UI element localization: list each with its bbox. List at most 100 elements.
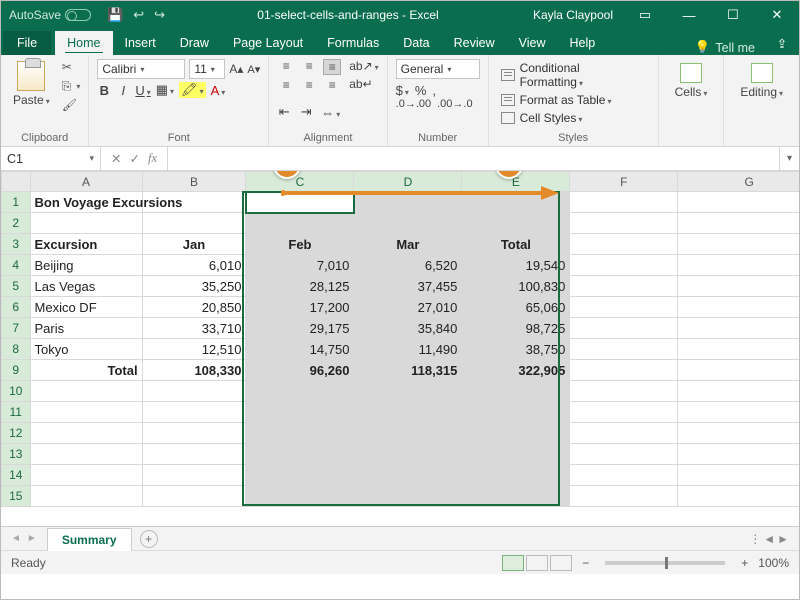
align-bottom-icon[interactable]: ≡ <box>323 59 341 75</box>
cell[interactable]: Total <box>462 234 570 255</box>
row-header[interactable]: 11 <box>2 402 31 423</box>
accounting-format-icon[interactable]: $ <box>396 83 409 98</box>
cell[interactable] <box>246 381 354 402</box>
cell[interactable]: Mexico DF <box>30 297 142 318</box>
cell[interactable] <box>354 486 462 507</box>
cell[interactable]: 17,200 <box>246 297 354 318</box>
percent-format-icon[interactable]: % <box>415 83 427 98</box>
formula-expand-icon[interactable]: ▾ <box>779 147 799 170</box>
hscroll-icon[interactable]: ⋮ <box>749 532 761 546</box>
tab-scroll-left-icon[interactable]: ◄ <box>11 533 21 544</box>
cell[interactable] <box>570 276 678 297</box>
cell[interactable]: Jan <box>142 234 246 255</box>
cell[interactable] <box>30 213 142 234</box>
enter-icon[interactable]: ✓ <box>129 151 139 166</box>
tab-help[interactable]: Help <box>558 31 608 55</box>
column-headers[interactable]: A B C D E F G <box>2 172 800 192</box>
align-middle-icon[interactable]: ≡ <box>300 59 318 75</box>
format-painter-icon[interactable]: 🖌 <box>62 97 81 113</box>
row-header[interactable]: 9 <box>2 360 31 381</box>
wrap-text-icon[interactable]: ab↵ <box>349 77 378 91</box>
cell[interactable] <box>462 402 570 423</box>
col-header-a[interactable]: A <box>30 172 142 192</box>
cell[interactable] <box>570 192 678 213</box>
cell[interactable] <box>30 486 142 507</box>
cell[interactable]: Paris <box>30 318 142 339</box>
cell[interactable]: 33,710 <box>142 318 246 339</box>
worksheet[interactable]: A B C D E F G 1Bon Voyage Excursions23Ex… <box>1 171 799 526</box>
editing-button[interactable]: Editing <box>732 59 791 103</box>
new-sheet-button[interactable]: + <box>140 530 158 548</box>
cell[interactable] <box>570 444 678 465</box>
cell[interactable] <box>678 402 799 423</box>
cell[interactable]: 11,490 <box>354 339 462 360</box>
cell[interactable] <box>678 318 799 339</box>
save-icon[interactable]: 💾 <box>107 7 123 23</box>
number-format-combo[interactable]: General▾ <box>396 59 480 79</box>
cell[interactable] <box>142 213 246 234</box>
comma-format-icon[interactable]: , <box>432 83 436 98</box>
cell[interactable] <box>678 276 799 297</box>
cell[interactable]: 108,330 <box>142 360 246 381</box>
cell[interactable] <box>678 234 799 255</box>
cell[interactable]: 98,725 <box>462 318 570 339</box>
cell[interactable] <box>246 486 354 507</box>
font-size-combo[interactable]: 11▾ <box>189 59 225 79</box>
user-name[interactable]: Kayla Claypool <box>523 8 623 22</box>
sheet-tab-summary[interactable]: Summary <box>47 528 132 551</box>
cell[interactable]: 65,060 <box>462 297 570 318</box>
cell[interactable] <box>570 213 678 234</box>
share-button[interactable]: ⇪ <box>765 32 799 55</box>
row-header[interactable]: 14 <box>2 465 31 486</box>
cell[interactable] <box>142 381 246 402</box>
cell[interactable]: 19,540 <box>462 255 570 276</box>
cell[interactable] <box>570 318 678 339</box>
cell[interactable] <box>354 192 462 213</box>
cell[interactable]: Mar <box>354 234 462 255</box>
cell[interactable] <box>678 465 799 486</box>
border-button[interactable]: ▦ <box>156 82 174 98</box>
cell[interactable]: 322,905 <box>462 360 570 381</box>
col-header-c[interactable]: C <box>246 172 354 192</box>
cell[interactable]: 7,010 <box>246 255 354 276</box>
zoom-level[interactable]: 100% <box>758 556 789 570</box>
cell[interactable]: 96,260 <box>246 360 354 381</box>
cell[interactable] <box>354 402 462 423</box>
cell[interactable]: 29,175 <box>246 318 354 339</box>
cell[interactable] <box>678 444 799 465</box>
row-header[interactable]: 3 <box>2 234 31 255</box>
cell-styles-button[interactable]: Cell Styles <box>501 111 646 125</box>
cell[interactable]: 12,510 <box>142 339 246 360</box>
cell[interactable]: 35,250 <box>142 276 246 297</box>
decrease-indent-icon[interactable]: ⇤ <box>277 104 291 120</box>
row-header[interactable]: 10 <box>2 381 31 402</box>
row-header[interactable]: 12 <box>2 423 31 444</box>
align-top-icon[interactable]: ≡ <box>277 59 295 75</box>
cell[interactable]: 35,840 <box>354 318 462 339</box>
row-header[interactable]: 15 <box>2 486 31 507</box>
cell[interactable] <box>354 213 462 234</box>
cell[interactable] <box>678 360 799 381</box>
cell[interactable] <box>570 402 678 423</box>
cell[interactable] <box>246 192 354 213</box>
view-layout-icon[interactable] <box>526 555 548 571</box>
cell[interactable] <box>30 423 142 444</box>
cell[interactable]: Excursion <box>30 234 142 255</box>
zoom-in-button[interactable]: + <box>741 556 748 570</box>
tab-scroll-right-icon[interactable]: ► <box>27 533 37 544</box>
cell[interactable]: Las Vegas <box>30 276 142 297</box>
formula-input[interactable] <box>168 147 779 170</box>
zoom-slider[interactable] <box>605 561 725 565</box>
italic-button[interactable]: I <box>116 83 130 98</box>
paste-button[interactable]: Paste <box>9 59 54 113</box>
cell[interactable] <box>354 444 462 465</box>
font-color-button[interactable]: A <box>211 83 226 98</box>
tab-view[interactable]: View <box>507 31 558 55</box>
autosave-toggle[interactable]: AutoSave <box>1 8 99 22</box>
cell[interactable] <box>462 423 570 444</box>
row-header[interactable]: 2 <box>2 213 31 234</box>
cell[interactable] <box>142 423 246 444</box>
cell[interactable] <box>570 297 678 318</box>
cell[interactable] <box>570 234 678 255</box>
redo-icon[interactable]: ↪ <box>154 7 165 23</box>
